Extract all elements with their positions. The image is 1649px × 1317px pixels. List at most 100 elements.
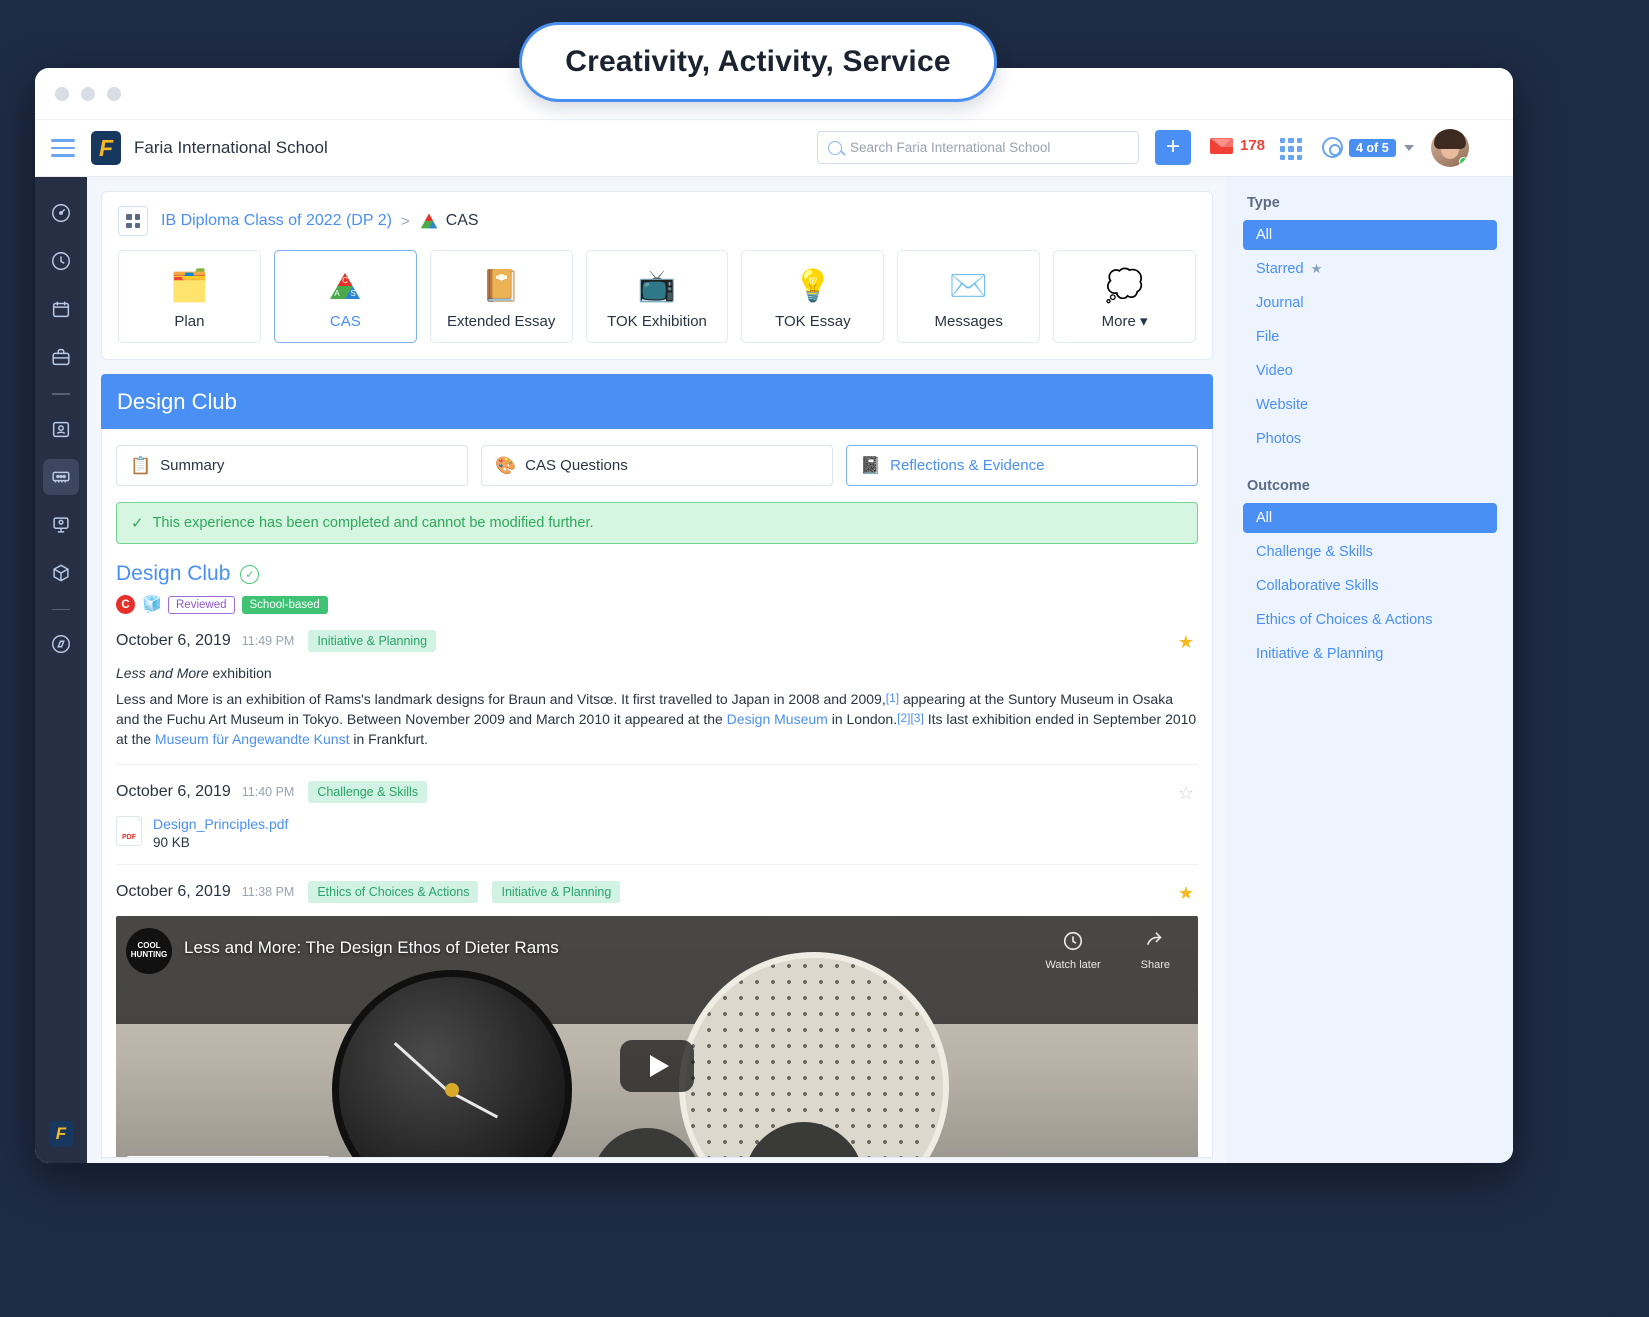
window-maximize-dot[interactable] xyxy=(107,87,121,101)
questions-icon: 🎨 xyxy=(495,456,516,476)
tab-messages[interactable]: ✉️Messages xyxy=(897,250,1040,343)
search-box[interactable] xyxy=(817,131,1139,164)
breadcrumb: IB Diploma Class of 2022 (DP 2) > CAS xyxy=(118,206,1196,236)
filter-journal[interactable]: Journal xyxy=(1243,288,1497,318)
file-attachment[interactable]: Design_Principles.pdf90 KB xyxy=(116,816,1198,850)
citation-link[interactable]: [2][3] xyxy=(897,711,924,725)
play-button[interactable] xyxy=(620,1040,694,1092)
share-button[interactable]: Share xyxy=(1141,930,1170,971)
messages-count: 178 xyxy=(1240,137,1265,154)
filter-label: All xyxy=(1256,510,1272,526)
sidebar-item-dashboard[interactable] xyxy=(43,195,79,231)
more-help-icon: 💭 xyxy=(1105,263,1144,307)
window-close-dot[interactable] xyxy=(55,87,69,101)
avatar[interactable] xyxy=(1431,129,1469,167)
subtab-cas-questions[interactable]: 🎨 CAS Questions xyxy=(481,445,833,486)
tab-tok-exhibition[interactable]: 📺TOK Exhibition xyxy=(586,250,729,343)
faria-rail-logo-icon[interactable]: F xyxy=(49,1121,73,1147)
video-embed[interactable]: COOLHUNTINGLess and More: The Design Eth… xyxy=(116,916,1198,1158)
device-frame: Creativity, Activity, Service F Faria In… xyxy=(0,0,1649,1317)
add-button[interactable]: + xyxy=(1155,130,1191,165)
filter-label: Ethics of Choices & Actions xyxy=(1256,612,1433,628)
experience-title[interactable]: Design Club xyxy=(116,562,230,586)
faria-logo-icon: F xyxy=(91,131,121,165)
apps-switcher-icon[interactable] xyxy=(118,206,148,236)
filter-ethics-of-choices-actions[interactable]: Ethics of Choices & Actions xyxy=(1243,605,1497,635)
sidebar-item-classroom[interactable] xyxy=(43,459,79,495)
filter-starred[interactable]: Starred★ xyxy=(1243,254,1497,284)
page-title-pill: Creativity, Activity, Service xyxy=(519,22,997,102)
reflection-entries: October 6, 201911:49 PMInitiative & Plan… xyxy=(116,614,1198,1158)
star-icon[interactable]: ★ xyxy=(1178,632,1194,653)
entry-body: Less and More is an exhibition of Rams's… xyxy=(116,690,1198,750)
inline-link[interactable]: Museum für Angewandte Kunst xyxy=(155,731,350,747)
filter-collaborative-skills[interactable]: Collaborative Skills xyxy=(1243,571,1497,601)
breadcrumb-root[interactable]: IB Diploma Class of 2022 (DP 2) xyxy=(161,212,392,230)
outcome-tag: Ethics of Choices & Actions xyxy=(308,881,478,903)
menu-icon[interactable] xyxy=(51,139,75,157)
filter-initiative-planning[interactable]: Initiative & Planning xyxy=(1243,639,1497,669)
filter-label: Photos xyxy=(1256,431,1301,447)
sidebar-item-resources[interactable] xyxy=(43,555,79,591)
entry-subtitle-rest: exhibition xyxy=(209,665,272,681)
completion-alert: ✓ This experience has been completed and… xyxy=(116,502,1198,544)
watch-on-youtube-button[interactable]: Watch onYouTube xyxy=(126,1156,330,1158)
filter-file[interactable]: File xyxy=(1243,322,1497,352)
filter-website[interactable]: Website xyxy=(1243,390,1497,420)
file-name[interactable]: Design_Principles.pdf xyxy=(153,816,288,832)
filter-all[interactable]: All xyxy=(1243,220,1497,250)
inline-link[interactable]: Design Museum xyxy=(727,711,828,727)
messages-indicator[interactable]: 178 xyxy=(1210,137,1265,154)
sidebar-item-schedule[interactable] xyxy=(43,243,79,279)
entry-time: 11:40 PM xyxy=(242,785,295,799)
tab-extended-essay[interactable]: 📔Extended Essay xyxy=(430,250,573,343)
filter-photos[interactable]: Photos xyxy=(1243,424,1497,454)
filter-label: Initiative & Planning xyxy=(1256,646,1383,662)
sidebar-item-explore[interactable] xyxy=(43,626,79,662)
sidebar-item-presenter[interactable] xyxy=(43,507,79,543)
tab-cas[interactable]: CASCAS xyxy=(274,250,417,343)
circle-check-icon: ✓ xyxy=(240,565,259,584)
entry-header: October 6, 201911:49 PMInitiative & Plan… xyxy=(116,630,1198,652)
tab-label: More ▾ xyxy=(1102,312,1148,330)
support-menu[interactable]: 4 of 5 xyxy=(1322,137,1414,158)
filter-label: All xyxy=(1256,227,1272,243)
filter-label: Journal xyxy=(1256,295,1304,311)
search-input[interactable] xyxy=(850,140,1128,155)
creativity-badge-icon: C xyxy=(116,595,135,614)
entry-date: October 6, 2019 xyxy=(116,632,231,650)
subtab-summary[interactable]: 📋Summary xyxy=(116,445,468,486)
window-minimize-dot[interactable] xyxy=(81,87,95,101)
chevron-down-icon[interactable] xyxy=(1404,145,1414,151)
filter-video[interactable]: Video xyxy=(1243,356,1497,386)
browser-window: F Faria International School + 178 4 of … xyxy=(35,68,1513,1163)
filter-challenge-skills[interactable]: Challenge & Skills xyxy=(1243,537,1497,567)
school-name: Faria International School xyxy=(134,138,328,158)
subtab-label: CAS Questions xyxy=(525,457,628,474)
sidebar-item-calendar[interactable] xyxy=(43,291,79,327)
support-badge: 4 of 5 xyxy=(1349,139,1396,157)
star-icon[interactable]: ☆ xyxy=(1178,783,1194,804)
reviewed-badge: Reviewed xyxy=(168,596,235,614)
citation-link[interactable]: [1] xyxy=(886,691,899,705)
tab-tok-essay[interactable]: 💡TOK Essay xyxy=(741,250,884,343)
app-body: F IB Diploma Class of 2022 (DP 2) > C xyxy=(35,177,1513,1163)
subtab-label: Summary xyxy=(160,457,224,474)
star-icon[interactable]: ★ xyxy=(1178,883,1194,904)
completion-alert-text: This experience has been completed and c… xyxy=(153,515,594,531)
filter-label: Starred xyxy=(1256,261,1304,277)
filter-all[interactable]: All xyxy=(1243,503,1497,533)
subtab-reflections-evidence[interactable]: 📓Reflections & Evidence xyxy=(846,445,1198,486)
tab-more[interactable]: 💭 More ▾ xyxy=(1053,250,1196,343)
watch-later-button[interactable]: Watch later xyxy=(1045,930,1100,971)
sidebar-item-profiles[interactable] xyxy=(43,411,79,447)
filter-label: Challenge & Skills xyxy=(1256,544,1373,560)
filter-group-outcome-title: Outcome xyxy=(1247,478,1497,494)
watch-later-label: Watch later xyxy=(1045,959,1100,971)
apps-grid-icon[interactable] xyxy=(1280,138,1302,160)
tab-plan[interactable]: 🗂️Plan xyxy=(118,250,261,343)
video-title[interactable]: Less and More: The Design Ethos of Diete… xyxy=(184,938,559,958)
search-icon xyxy=(828,141,842,155)
sidebar-item-briefcase[interactable] xyxy=(43,339,79,375)
filter-label: Website xyxy=(1256,397,1308,413)
